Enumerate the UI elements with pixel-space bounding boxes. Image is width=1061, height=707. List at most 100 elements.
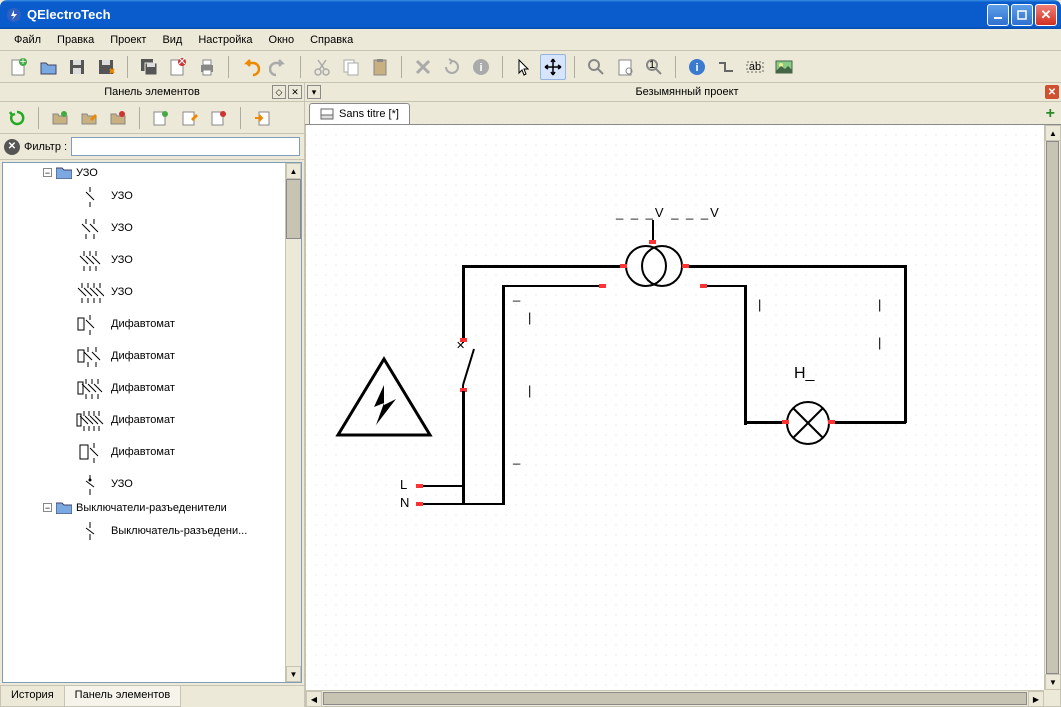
undo-icon[interactable] — [237, 54, 263, 80]
close-file-icon[interactable]: ✕ — [165, 54, 191, 80]
transformer-symbol[interactable] — [622, 242, 686, 290]
filter-clear-icon[interactable]: ✕ — [4, 139, 20, 155]
tree-folder[interactable]: − Выключатели-разъеденители — [3, 500, 301, 515]
tree-folder[interactable]: − УЗО — [3, 165, 301, 180]
import-icon[interactable] — [249, 105, 275, 131]
switch-symbol[interactable]: ✕ — [448, 335, 478, 391]
project-menu-button[interactable]: ▾ — [307, 85, 321, 99]
n-label: N — [400, 495, 409, 510]
image-icon[interactable] — [771, 54, 797, 80]
new-folder-icon[interactable] — [47, 105, 73, 131]
wire-icon[interactable] — [713, 54, 739, 80]
scroll-down-icon[interactable]: ▼ — [286, 666, 301, 682]
tree-item[interactable]: Дифавтомат — [3, 308, 301, 340]
lamp-symbol[interactable] — [784, 399, 832, 447]
edit-element-icon[interactable] — [177, 105, 203, 131]
close-button[interactable]: ✕ — [1035, 4, 1057, 26]
rotate-icon[interactable] — [439, 54, 465, 80]
voltage-label: _ _ _V _ _ _V — [616, 205, 721, 220]
scroll-up-icon[interactable]: ▲ — [286, 163, 301, 179]
scroll-thumb[interactable] — [323, 692, 1027, 705]
scroll-down-icon[interactable]: ▼ — [1045, 674, 1061, 690]
tab-elements[interactable]: Панель элементов — [64, 686, 182, 707]
pointer-icon[interactable] — [511, 54, 537, 80]
menu-view[interactable]: Вид — [154, 31, 190, 49]
zoom-icon[interactable] — [583, 54, 609, 80]
tree-item-label: Дифавтомат — [111, 446, 175, 458]
cut-icon[interactable] — [309, 54, 335, 80]
zoom-reset-icon[interactable]: 1 — [641, 54, 667, 80]
reload-icon[interactable] — [4, 105, 30, 131]
delete-folder-icon[interactable] — [105, 105, 131, 131]
delete-element-icon[interactable] — [206, 105, 232, 131]
new-element-icon[interactable] — [148, 105, 174, 131]
schematic-canvas[interactable]: _ _ _V _ _ _V ✕ — [306, 125, 1044, 690]
canvas-hscroll[interactable]: ◀ ▶ — [306, 690, 1044, 706]
tree-item[interactable]: Дифавтомат — [3, 340, 301, 372]
redo-icon[interactable] — [266, 54, 292, 80]
separator — [139, 107, 140, 129]
tree-item[interactable]: УЗО — [3, 244, 301, 276]
separator — [38, 107, 39, 129]
tree-item[interactable]: Дифавтомат — [3, 404, 301, 436]
svg-text:+: + — [20, 57, 26, 68]
elements-panel: Панель элементов ◇ ✕ ✕ Фильтр : − — [0, 83, 305, 707]
warning-symbol[interactable] — [334, 355, 434, 441]
canvas-vscroll[interactable]: ▲ ▼ — [1044, 125, 1060, 690]
menu-window[interactable]: Окно — [261, 31, 303, 49]
paste-icon[interactable] — [367, 54, 393, 80]
tree-item[interactable]: Дифавтомат — [3, 436, 301, 468]
scroll-thumb[interactable] — [286, 179, 301, 239]
tree-item-label: УЗО — [111, 190, 133, 202]
svg-text:ab: ab — [749, 61, 761, 73]
filter-input[interactable] — [71, 137, 300, 156]
tree-item-label: Дифавтомат — [111, 382, 175, 394]
delete-icon[interactable] — [410, 54, 436, 80]
maximize-button[interactable] — [1011, 4, 1033, 26]
tree-item[interactable]: УЗО — [3, 180, 301, 212]
add-sheet-button[interactable]: + — [1046, 105, 1055, 123]
properties-icon[interactable]: i — [684, 54, 710, 80]
tree-item[interactable]: УЗО — [3, 468, 301, 500]
titlebar: QElectroTech ✕ — [0, 0, 1061, 29]
panel-float-button[interactable]: ◇ — [272, 85, 286, 99]
canvas-container: _ _ _V _ _ _V ✕ — [305, 125, 1061, 707]
new-icon[interactable]: + — [6, 54, 32, 80]
save-all-icon[interactable] — [136, 54, 162, 80]
tree-item[interactable]: УЗО — [3, 212, 301, 244]
scroll-right-icon[interactable]: ▶ — [1028, 691, 1044, 707]
menu-settings[interactable]: Настройка — [190, 31, 260, 49]
page-icon[interactable] — [612, 54, 638, 80]
tree-item[interactable]: Выключатель-разъедени... — [3, 515, 301, 547]
main-toolbar: + ✕ i 1 i ab — [0, 51, 1061, 83]
project-close-button[interactable]: ✕ — [1045, 85, 1059, 99]
tree-scrollbar[interactable]: ▲ ▼ — [285, 163, 301, 682]
menu-file[interactable]: Файл — [6, 31, 49, 49]
element-symbol-icon — [75, 344, 105, 368]
sheet-tab-bar: Sans titre [*] + — [305, 102, 1061, 125]
minimize-button[interactable] — [987, 4, 1009, 26]
label-icon[interactable]: ab — [742, 54, 768, 80]
tree-item[interactable]: Дифавтомат — [3, 372, 301, 404]
save-icon[interactable] — [64, 54, 90, 80]
tree-item[interactable]: УЗО — [3, 276, 301, 308]
tree-item-label: УЗО — [111, 478, 133, 490]
elements-tree[interactable]: − УЗО УЗОУЗОУЗОУЗОДифавтоматДифавтоматДи… — [2, 162, 302, 683]
sheet-tab[interactable]: Sans titre [*] — [309, 103, 410, 124]
panel-close-button[interactable]: ✕ — [288, 85, 302, 99]
tab-history[interactable]: История — [0, 686, 65, 707]
info-icon[interactable]: i — [468, 54, 494, 80]
move-icon[interactable] — [540, 54, 566, 80]
print-icon[interactable] — [194, 54, 220, 80]
menu-edit[interactable]: Правка — [49, 31, 102, 49]
scroll-thumb[interactable] — [1046, 141, 1059, 674]
save-as-icon[interactable] — [93, 54, 119, 80]
menu-help[interactable]: Справка — [302, 31, 361, 49]
scroll-left-icon[interactable]: ◀ — [306, 691, 322, 707]
element-symbol-icon — [75, 440, 105, 464]
scroll-up-icon[interactable]: ▲ — [1045, 125, 1061, 141]
open-icon[interactable] — [35, 54, 61, 80]
menu-project[interactable]: Проект — [102, 31, 154, 49]
copy-icon[interactable] — [338, 54, 364, 80]
edit-folder-icon[interactable] — [76, 105, 102, 131]
